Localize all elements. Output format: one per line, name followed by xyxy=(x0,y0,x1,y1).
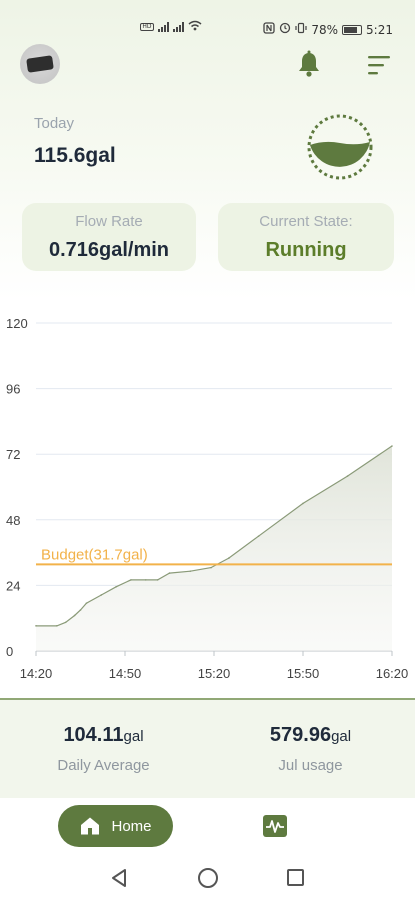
x-tick-label: 14:20 xyxy=(20,666,53,681)
battery-percent: 78% xyxy=(311,22,339,37)
today-value: 115.6gal xyxy=(34,144,116,167)
flow-rate-value: 0.716gal/min xyxy=(48,239,170,261)
usage-point xyxy=(130,579,132,581)
flow-rate-label: Flow Rate xyxy=(75,213,143,230)
usage-point xyxy=(228,557,230,559)
recent-apps-icon[interactable] xyxy=(287,869,304,886)
signal-icon-2 xyxy=(173,22,184,32)
home-icon xyxy=(79,816,101,836)
status-bar: HD 78% 5:21 xyxy=(0,0,415,42)
back-icon[interactable] xyxy=(110,868,128,888)
usage-point xyxy=(85,602,88,604)
device-avatar[interactable] xyxy=(20,44,60,84)
usage-point xyxy=(64,621,67,624)
usage-point xyxy=(79,609,82,611)
tab-home[interactable]: Home xyxy=(58,805,173,847)
y-tick-label: 120 xyxy=(6,316,28,331)
x-tick-label: 14:50 xyxy=(109,666,142,681)
signal-icon xyxy=(158,22,169,32)
monthly-usage-unit: gal xyxy=(331,728,352,745)
y-tick-label: 48 xyxy=(6,513,20,528)
y-tick-label: 72 xyxy=(6,447,20,462)
today-label: Today xyxy=(34,115,75,132)
daily-average-value: 104.11 xyxy=(63,724,124,746)
status-left-icons: HD xyxy=(140,20,202,34)
current-state-card: Current State: Running xyxy=(218,203,394,271)
y-tick-label: 96 xyxy=(6,382,20,397)
usage-point xyxy=(189,570,192,572)
current-state-value: Running xyxy=(265,239,347,261)
usage-point xyxy=(115,585,117,588)
x-tick-label: 15:20 xyxy=(198,666,231,681)
nfc-icon xyxy=(263,22,276,37)
usage-point xyxy=(100,594,103,596)
daily-average-stat: 104.11gal Daily Average xyxy=(0,724,207,774)
usage-chart: Budget(31.7gal) 0 24 48 72 96 120 14:20 14:50 15… xyxy=(6,316,409,681)
flow-rate-card: Flow Rate 0.716gal/min xyxy=(22,203,196,271)
daily-average-label: Daily Average xyxy=(57,757,150,774)
y-tick-label: 24 xyxy=(6,578,20,593)
system-nav-bar xyxy=(0,856,415,900)
usage-point xyxy=(257,535,260,537)
monthly-usage-label: Jul usage xyxy=(278,757,343,774)
usage-point xyxy=(73,614,76,617)
x-tick-label: 16:20 xyxy=(376,666,409,681)
usage-point xyxy=(55,625,58,627)
current-state-label: Current State: xyxy=(259,213,353,230)
activity-chart-icon xyxy=(263,815,287,837)
bottom-nav: Home xyxy=(0,798,415,856)
usage-point xyxy=(302,502,304,505)
status-right-icons: 78% 5:21 xyxy=(263,22,393,37)
usage-point xyxy=(35,625,37,627)
usage-point xyxy=(156,579,159,581)
wifi-icon xyxy=(188,20,202,34)
bell-icon[interactable] xyxy=(296,50,322,78)
x-tick-label: 15:50 xyxy=(287,666,320,681)
tab-home-label: Home xyxy=(111,817,152,835)
battery-icon xyxy=(342,24,363,35)
tab-activity[interactable] xyxy=(262,814,288,838)
y-tick-label: 0 xyxy=(6,644,13,659)
stats-panel: 104.11gal Daily Average 579.96gal Jul us… xyxy=(0,698,415,798)
device-avatar-icon xyxy=(26,55,54,73)
usage-point xyxy=(144,579,147,581)
monthly-usage-stat: 579.96gal Jul usage xyxy=(207,724,414,774)
usage-point xyxy=(346,475,349,477)
water-level-gauge xyxy=(302,114,378,180)
sim-icon: HD xyxy=(140,23,154,31)
status-time: 5:21 xyxy=(366,22,393,37)
alarm-icon xyxy=(279,22,291,37)
menu-lines-icon[interactable] xyxy=(366,54,392,76)
system-home-icon[interactable] xyxy=(198,868,218,888)
usage-point xyxy=(168,572,171,574)
budget-label: Budget(31.7gal) xyxy=(41,546,148,563)
usage-point xyxy=(391,445,393,447)
vibrate-icon xyxy=(295,22,307,37)
daily-average-unit: gal xyxy=(123,728,144,745)
monthly-usage-value: 579.96 xyxy=(269,724,332,746)
usage-point xyxy=(210,566,212,569)
